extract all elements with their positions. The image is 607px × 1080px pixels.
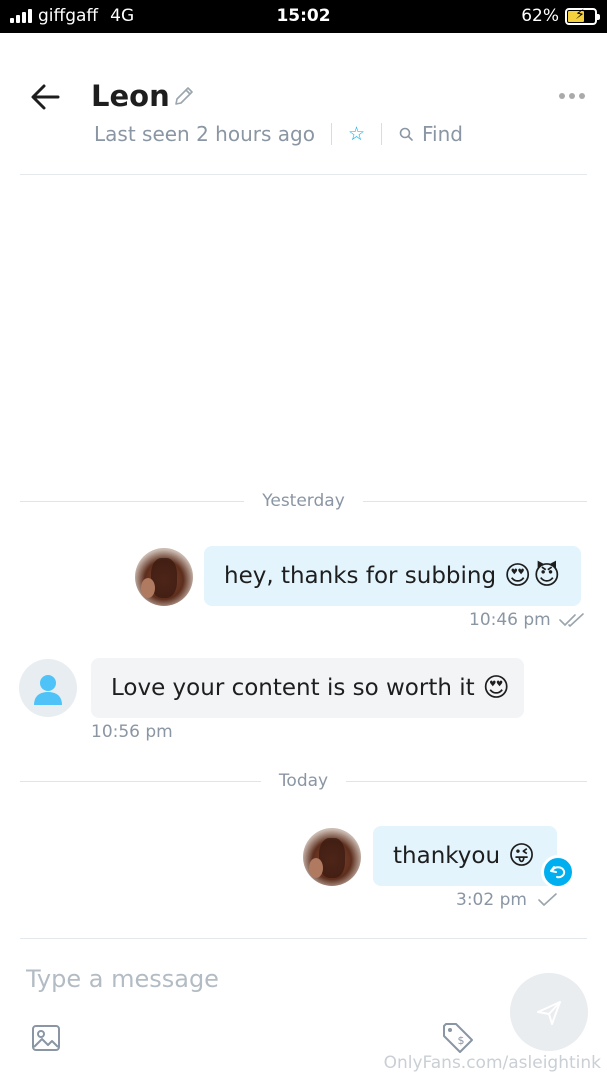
emoji: 😜 [508,841,536,871]
battery-percent: 62% [521,6,559,26]
pencil-icon[interactable] [172,84,196,108]
avatar[interactable] [303,828,361,886]
image-icon[interactable] [30,1022,62,1054]
contact-name[interactable]: Leon [91,79,170,113]
dollar-tag-icon[interactable]: $ [440,1020,476,1056]
day-divider-today: Today [20,770,588,792]
message-text: Love your content is so worth it [111,675,475,701]
day-label: Yesterday [262,491,345,511]
message-time: 10:56 pm [91,722,173,742]
avatar[interactable] [135,548,193,606]
day-label: Today [278,771,329,791]
battery-icon: ⚡ [565,7,600,25]
emoji: 😈 [533,561,561,591]
emoji: 😍 [504,561,532,591]
find-button[interactable]: Find [398,122,463,146]
message-bubble-incoming[interactable]: Love your content is so worth it 😍 [91,658,524,718]
message-meta: 10:46 pm [469,610,585,630]
message-input[interactable] [26,965,486,993]
svg-text:$: $ [458,1034,465,1047]
header-subline: Last seen 2 hours ago ☆ Find [94,122,463,146]
search-icon [399,127,413,141]
message-time: 10:46 pm [469,610,551,630]
message-text: hey, thanks for subbing [224,563,497,589]
find-label: Find [421,122,463,146]
send-button[interactable] [510,973,588,1051]
message-bubble-outgoing[interactable]: hey, thanks for subbing 😍 😈 [204,546,581,606]
double-check-icon [558,613,584,627]
status-time: 15:02 [276,6,331,26]
status-bar: giffgaff 4G 15:02 62% ⚡ [0,0,607,33]
message-bubble-outgoing[interactable]: thankyou 😜 [373,826,557,886]
message-time: 3:02 pm [456,890,527,910]
divider [380,123,382,145]
user-placeholder-icon [34,675,62,705]
last-seen: Last seen 2 hours ago [94,122,315,146]
emoji: 😍 [482,673,510,703]
day-divider-yesterday: Yesterday [20,490,587,512]
message-text: thankyou [393,843,501,869]
more-dots-icon[interactable] [559,93,585,99]
star-icon[interactable]: ☆ [348,123,365,145]
divider [330,123,332,145]
status-right: 62% ⚡ [521,6,600,26]
arrow-left-icon[interactable] [28,80,62,114]
undo-icon [550,866,566,879]
avatar[interactable] [19,659,77,717]
send-icon [537,1001,561,1025]
watermark: OnlyFans.com/asleightink [383,1053,601,1073]
undo-button[interactable] [541,855,575,889]
message-meta: 10:56 pm [91,722,173,742]
header-divider [20,174,587,175]
composer-divider [20,938,587,939]
message-meta: 3:02 pm [456,890,561,910]
check-icon [538,893,557,906]
